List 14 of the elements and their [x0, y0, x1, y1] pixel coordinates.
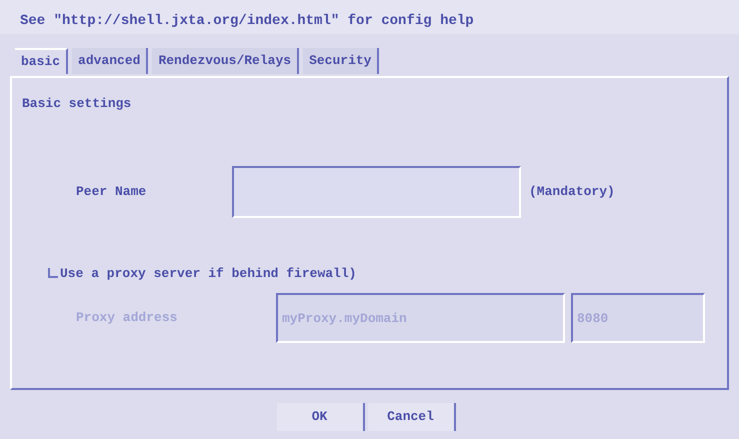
- peer-name-field[interactable]: [232, 166, 521, 218]
- checkbox-label: Use a proxy server if behind firewall): [60, 264, 356, 282]
- dialog-button[interactable]: Cancel: [368, 403, 456, 431]
- panel-title: Basic settings: [21, 95, 132, 113]
- tab[interactable]: advanced: [72, 48, 148, 74]
- field-label: Peer Name: [76, 182, 148, 201]
- field-label: Proxy address: [76, 309, 178, 328]
- checkbox[interactable]: [48, 268, 58, 278]
- tab[interactable]: basic: [15, 48, 68, 74]
- tab[interactable]: Rendezvous/Relays: [152, 48, 300, 74]
- help-text: See "http://shell.jxta.org/index.html" for config help: [0, 0, 739, 34]
- dialog-button[interactable]: OK: [276, 403, 364, 431]
- tab[interactable]: Security: [303, 48, 380, 74]
- mandatory-note: (Mandatory): [529, 182, 615, 201]
